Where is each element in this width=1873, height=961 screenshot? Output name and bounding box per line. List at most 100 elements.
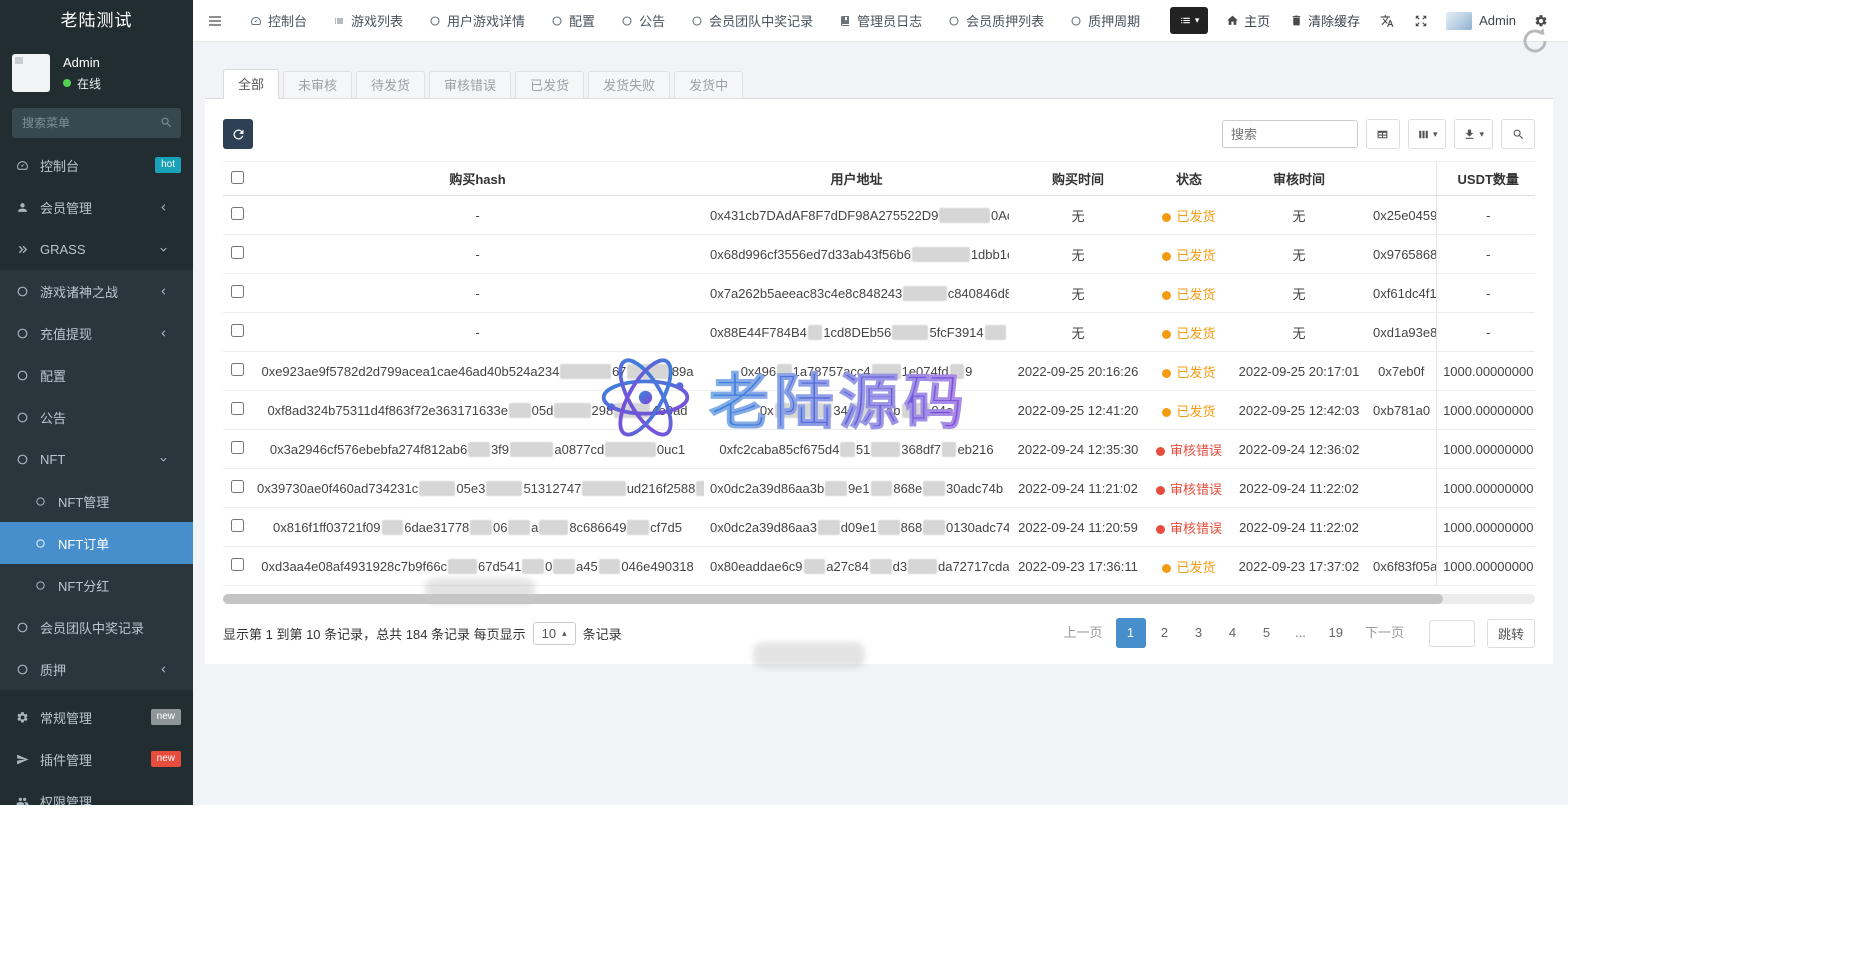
- row-checkbox[interactable]: [231, 324, 244, 337]
- column-header[interactable]: 购买时间: [1009, 162, 1147, 196]
- jump-button[interactable]: 跳转: [1487, 619, 1535, 648]
- cell-audit-time: 2022-09-24 11:22:02: [1231, 508, 1367, 547]
- fullscreen-icon[interactable]: [1404, 0, 1438, 42]
- page-size-select[interactable]: 10 ▴: [533, 622, 576, 645]
- topnav-tab[interactable]: 配置: [538, 0, 608, 42]
- column-header[interactable]: 购买hash: [251, 162, 704, 196]
- row-checkbox[interactable]: [231, 441, 244, 454]
- sidebar-item[interactable]: 常规管理new: [0, 696, 193, 738]
- export-button[interactable]: ▾: [1454, 119, 1493, 149]
- admin-username[interactable]: Admin: [1479, 13, 1516, 28]
- page-button[interactable]: ...: [1286, 618, 1316, 648]
- hamburger-menu-icon[interactable]: [193, 0, 237, 42]
- sidebar-item[interactable]: 权限管理: [0, 780, 193, 805]
- select-all-checkbox[interactable]: [231, 171, 244, 184]
- row-checkbox[interactable]: [231, 558, 244, 571]
- column-header[interactable]: [1367, 162, 1436, 196]
- sidebar-item[interactable]: 游戏诸神之战: [0, 270, 193, 312]
- filter-tab[interactable]: 发货失败: [588, 71, 670, 99]
- gear-icon[interactable]: [1524, 0, 1558, 42]
- page-button[interactable]: 19: [1320, 618, 1352, 648]
- sidebar-item[interactable]: 充值提现: [0, 312, 193, 354]
- redacted-text: 00000: [696, 481, 704, 496]
- sidebar-item[interactable]: 控制台hot: [0, 144, 193, 186]
- columns-button[interactable]: ▾: [1408, 119, 1447, 149]
- redacted-text: 000: [985, 325, 1007, 340]
- cell-select: [223, 313, 251, 352]
- redacted-text: 000000: [582, 481, 625, 496]
- jump-page-input[interactable]: [1429, 620, 1475, 647]
- search-toggle-button[interactable]: [1501, 119, 1535, 149]
- redacted-text: 000: [382, 520, 404, 535]
- menu-badge: new: [151, 751, 181, 767]
- column-header[interactable]: 状态: [1147, 162, 1231, 196]
- page-button[interactable]: 4: [1218, 618, 1248, 648]
- pagination: 上一页12345...19下一页 跳转: [1054, 618, 1535, 648]
- sidebar-item[interactable]: NFT管理: [0, 480, 193, 522]
- sidebar-item[interactable]: 公告: [0, 396, 193, 438]
- sidebar-item[interactable]: NFT: [0, 438, 193, 480]
- row-checkbox[interactable]: [231, 246, 244, 259]
- cell-status: 已发货: [1147, 547, 1231, 586]
- sidebar-item-label: 质押: [40, 660, 66, 679]
- scrollbar-thumb[interactable]: [223, 594, 1443, 604]
- sidebar-item[interactable]: 配置: [0, 354, 193, 396]
- page-button[interactable]: 2: [1150, 618, 1180, 648]
- filter-tab[interactable]: 审核错误: [429, 71, 511, 99]
- clear-cache-button[interactable]: 清除缓存: [1280, 0, 1370, 42]
- next-page-button[interactable]: 下一页: [1356, 618, 1413, 648]
- filter-tab[interactable]: 待发货: [356, 71, 425, 99]
- redacted-text: 000: [599, 559, 621, 574]
- row-checkbox[interactable]: [231, 285, 244, 298]
- row-checkbox[interactable]: [231, 402, 244, 415]
- status-dot: [1162, 330, 1171, 339]
- admin-avatar[interactable]: [1446, 12, 1472, 30]
- row-checkbox[interactable]: [231, 363, 244, 376]
- topnav-tab[interactable]: 公告: [608, 0, 678, 42]
- topnav-tab[interactable]: 游戏列表: [320, 0, 416, 42]
- column-header[interactable]: 审核时间: [1231, 162, 1367, 196]
- sidebar-item[interactable]: 会员团队中奖记录: [0, 606, 193, 648]
- filter-tab[interactable]: 发货中: [674, 71, 743, 99]
- sidebar-item[interactable]: 会员管理: [0, 186, 193, 228]
- sidebar-item[interactable]: 插件管理new: [0, 738, 193, 780]
- topnav-tab[interactable]: 质押周期: [1057, 0, 1153, 42]
- column-header[interactable]: 用户地址: [704, 162, 1009, 196]
- table-view-button[interactable]: [1366, 119, 1400, 149]
- topnav-tab[interactable]: 用户游戏详情: [416, 0, 538, 42]
- sidebar-item[interactable]: GRASS: [0, 228, 193, 270]
- chevron-left-icon: [153, 202, 173, 213]
- topnav-tab[interactable]: 会员团队中奖记录: [678, 0, 826, 42]
- horizontal-scrollbar[interactable]: [223, 594, 1535, 604]
- filter-tab[interactable]: 全部: [223, 69, 279, 99]
- page-button[interactable]: 1: [1116, 618, 1146, 648]
- row-checkbox[interactable]: [231, 519, 244, 532]
- status-label: 已发货: [1176, 365, 1215, 380]
- filter-tab[interactable]: 已发货: [515, 71, 584, 99]
- home-link[interactable]: 主页: [1216, 0, 1280, 42]
- tabs-menu-button[interactable]: ▾: [1170, 7, 1208, 34]
- topnav-tab[interactable]: 管理员日志: [826, 0, 935, 42]
- search-icon[interactable]: [160, 116, 173, 129]
- table-search-input[interactable]: [1222, 120, 1358, 148]
- sidebar-item[interactable]: 质押: [0, 648, 193, 690]
- row-checkbox[interactable]: [231, 480, 244, 493]
- row-checkbox[interactable]: [231, 207, 244, 220]
- sidebar-item[interactable]: NFT订单: [0, 522, 193, 564]
- translate-icon[interactable]: [1370, 0, 1404, 42]
- redacted-text: 000000: [627, 364, 670, 379]
- sidebar-item[interactable]: NFT分红: [0, 564, 193, 606]
- cell-status: 已发货: [1147, 352, 1231, 391]
- topnav-tab[interactable]: 会员质押列表: [935, 0, 1057, 42]
- cell-select: [223, 391, 251, 430]
- status-dot: [1162, 369, 1171, 378]
- topnav-tab[interactable]: 控制台: [237, 0, 320, 42]
- filter-tab[interactable]: 未审核: [283, 71, 352, 99]
- page-button[interactable]: 5: [1252, 618, 1282, 648]
- refresh-button[interactable]: [223, 119, 253, 149]
- redacted-text: 00000: [486, 481, 522, 496]
- menu-search-input[interactable]: [12, 108, 181, 138]
- page-button[interactable]: 3: [1184, 618, 1214, 648]
- prev-page-button[interactable]: 上一页: [1054, 618, 1111, 648]
- column-header[interactable]: USDT数量: [1436, 162, 1535, 196]
